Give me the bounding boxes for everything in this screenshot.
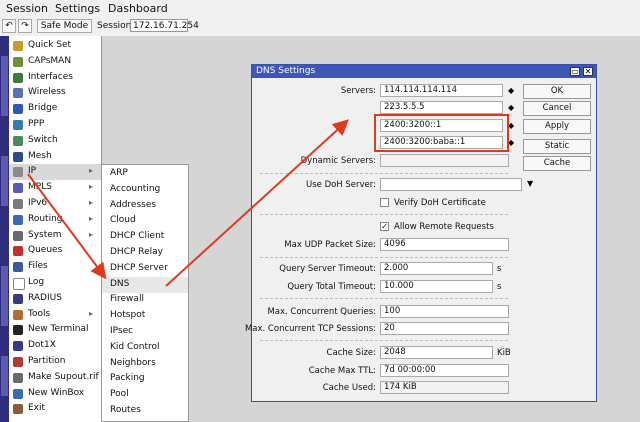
arrow-to-dns-item <box>27 173 107 280</box>
arrow-to-dns-window <box>165 119 349 287</box>
annotation-arrows <box>27 119 349 287</box>
